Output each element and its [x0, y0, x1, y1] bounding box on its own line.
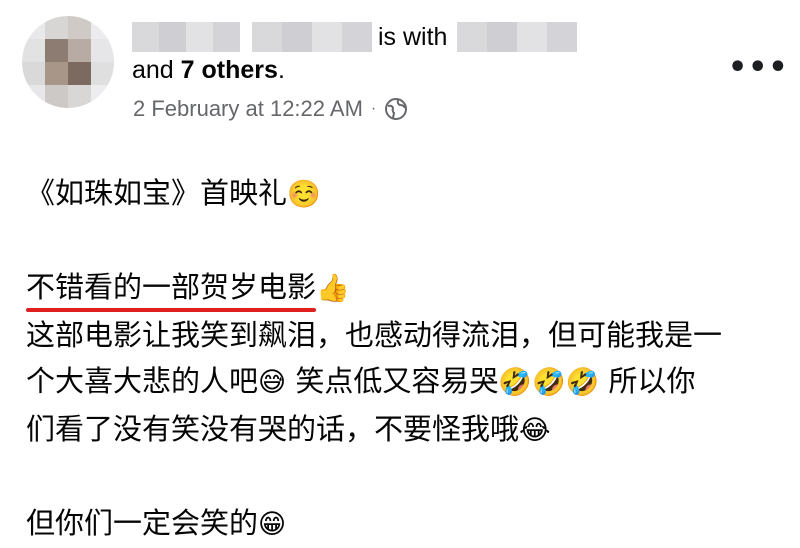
period: .: [277, 56, 285, 84]
post-line: 个大喜大悲的人吧😅 笑点低又容易哭🤣🤣🤣 所以你: [26, 364, 696, 398]
joy-emoji: 😂: [519, 415, 551, 446]
post-line: 《如珠如宝》首映礼☺️: [26, 176, 321, 210]
post-line: 不错看的一部贺岁电影👍: [26, 264, 766, 312]
blurred-author-name[interactable]: [132, 22, 240, 52]
avatar[interactable]: [22, 16, 114, 108]
tagged-line: and 7 others.: [132, 56, 285, 85]
blurred-tagged-name[interactable]: [457, 22, 578, 52]
grin-emoji: 😁: [258, 509, 287, 540]
smile-emoji: ☺️: [287, 179, 321, 210]
post-line: 这部电影让我笑到飙泪，也感动得流泪，但可能我是一: [26, 318, 723, 352]
with-text: is with: [378, 22, 448, 51]
thumbs-up-emoji: 👍: [316, 273, 350, 304]
post-header: is with: [132, 20, 578, 54]
underlined-text: 不错看的一部贺岁电影: [26, 264, 317, 312]
post-line: 们看了没有笑没有哭的话，不要怪我哦😂: [26, 412, 551, 446]
post-meta: 2 February at 12:22 AM ·: [133, 96, 408, 122]
rofl-emoji: 🤣🤣🤣: [498, 367, 600, 398]
and-text: and: [132, 56, 174, 84]
post-body: 《如珠如宝》首映礼☺️ 不错看的一部贺岁电影👍 这部电影让我笑到飙泪，也感动得流…: [26, 170, 766, 548]
others-link[interactable]: 7 others: [181, 56, 278, 84]
timestamp[interactable]: 2 February at 12:22 AM: [133, 96, 363, 122]
blurred-author-name-2[interactable]: [252, 22, 372, 52]
separator: ·: [370, 100, 377, 117]
more-options-button[interactable]: •••: [728, 50, 789, 85]
sweat-smile-emoji: 😅: [258, 367, 287, 398]
globe-icon[interactable]: [384, 97, 408, 121]
post-line: 但你们一定会笑的😁: [26, 506, 287, 540]
